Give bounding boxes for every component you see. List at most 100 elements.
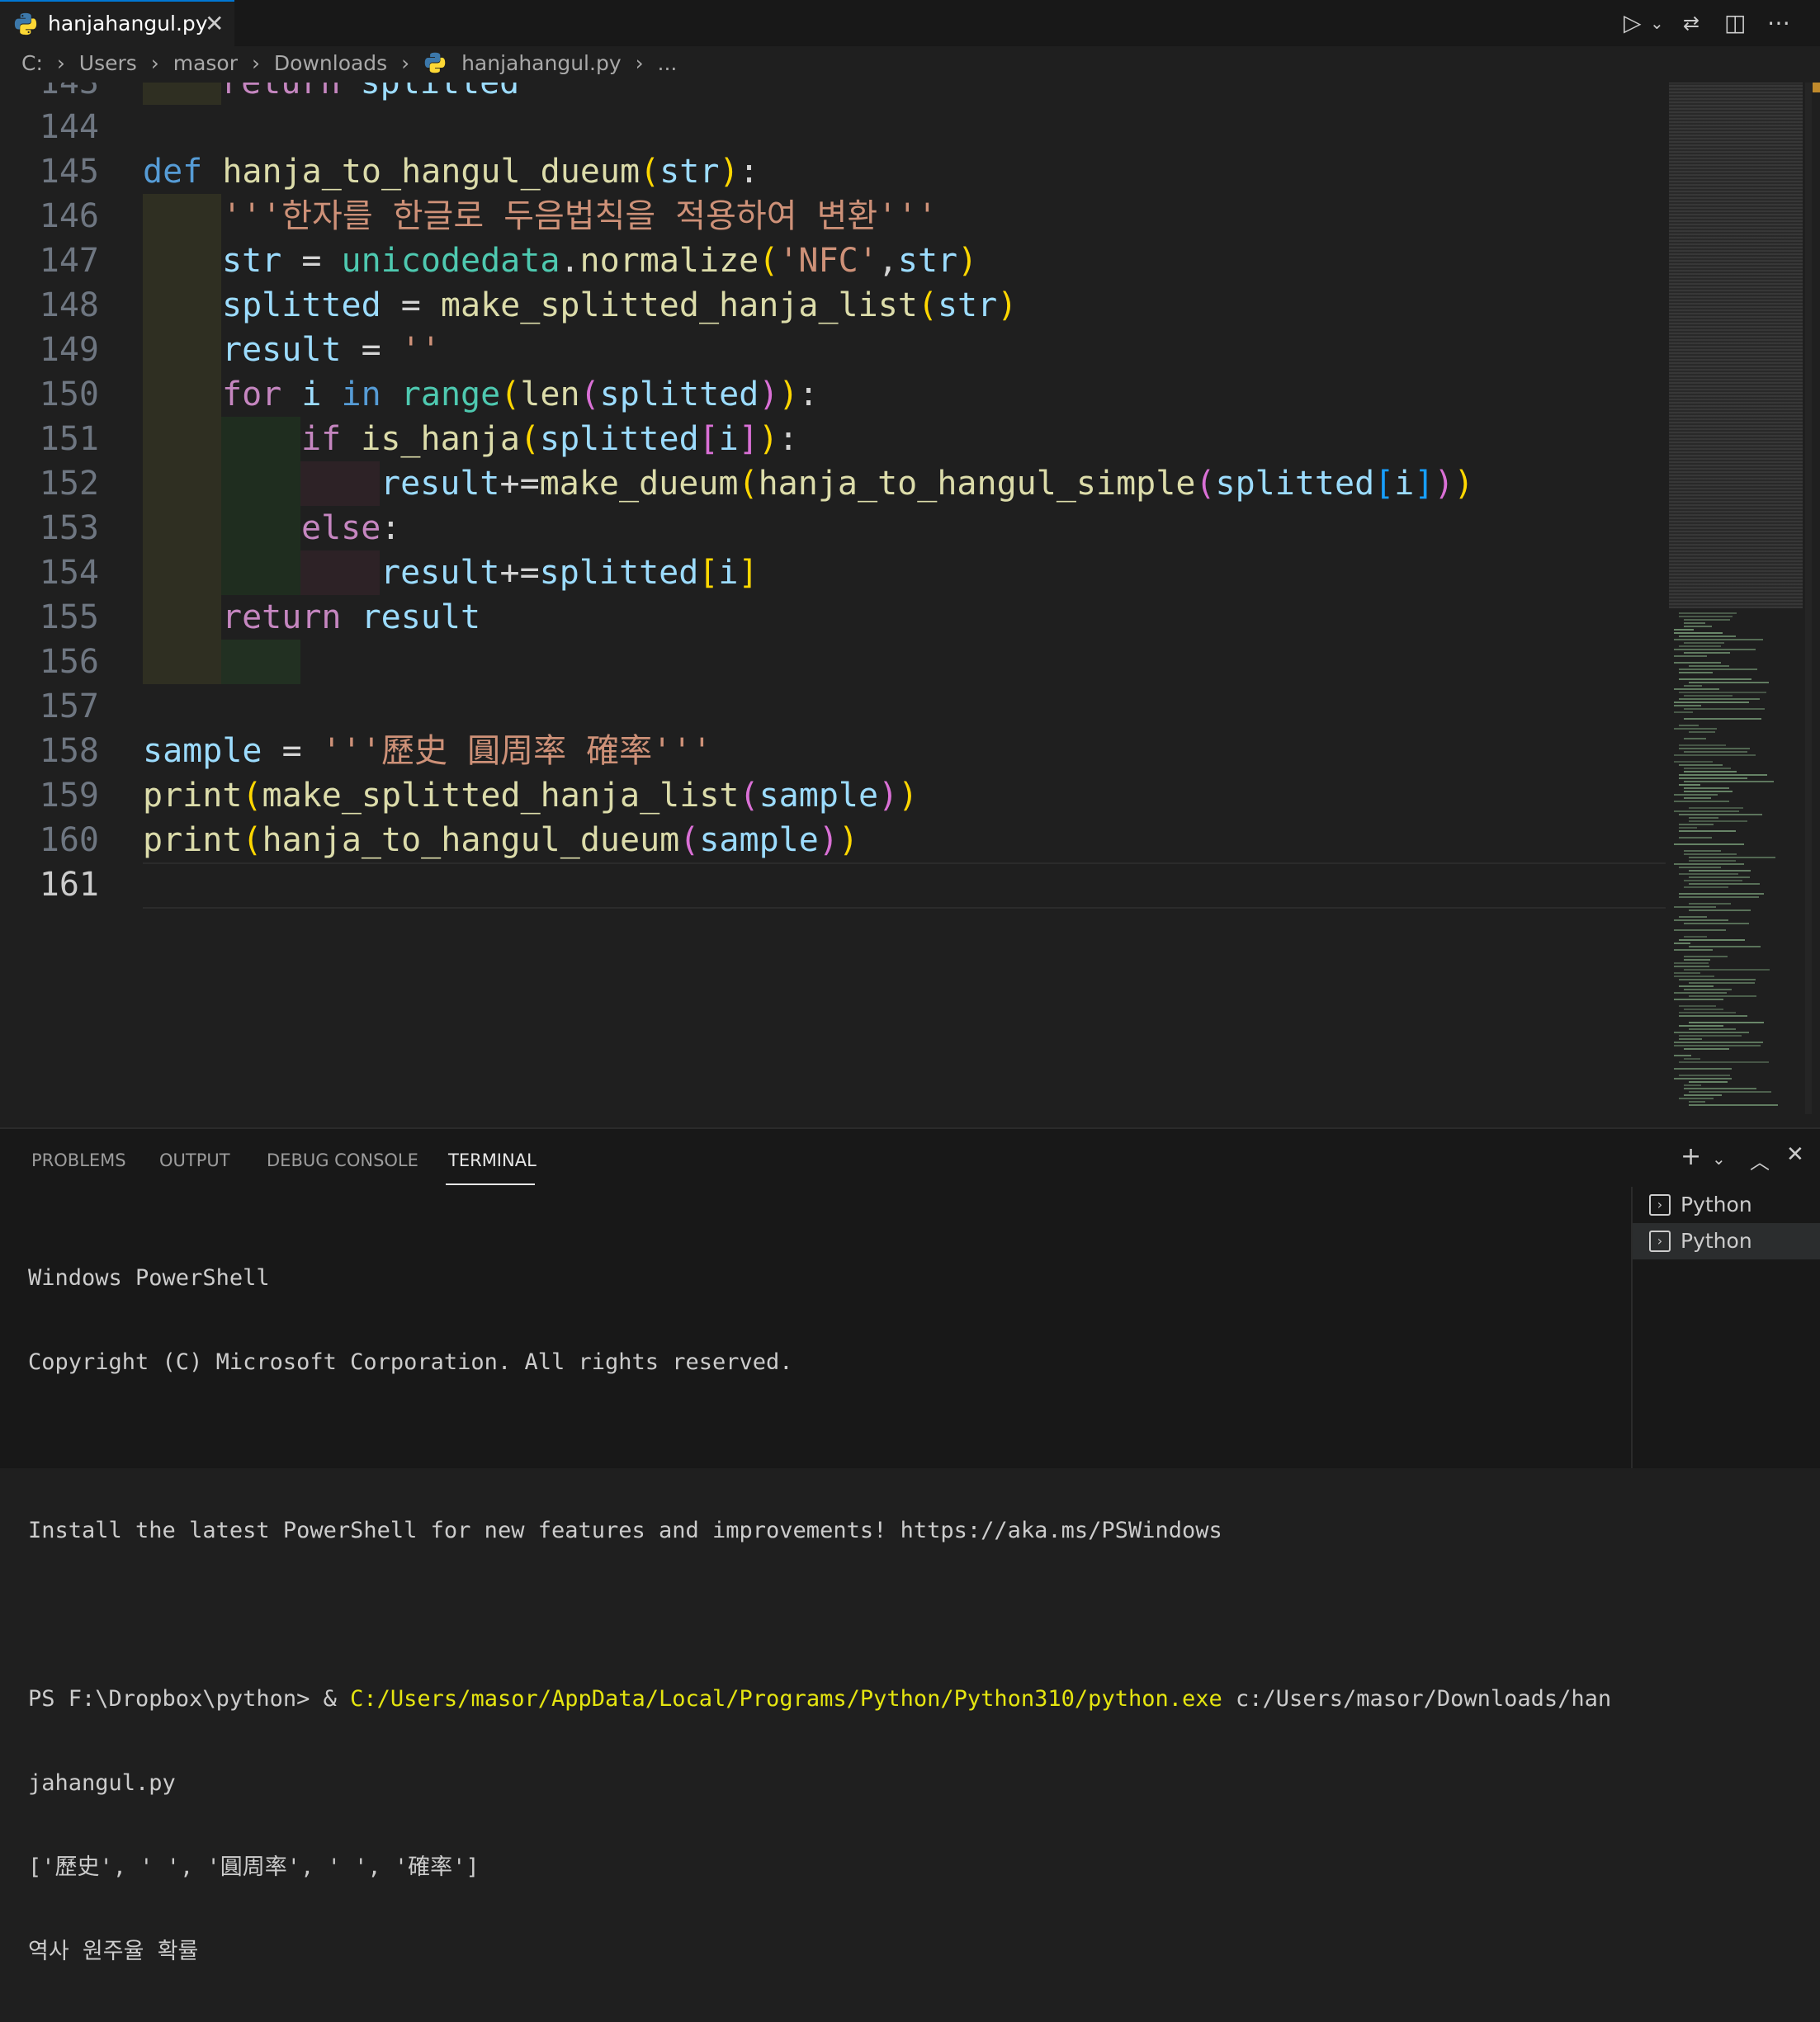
python-file-icon xyxy=(14,12,37,35)
breadcrumb-item-file[interactable]: hanjahangul.py xyxy=(461,51,622,75)
minimap-line xyxy=(1679,824,1714,825)
minimap-line xyxy=(1674,949,1713,951)
minimap-line xyxy=(1674,919,1728,921)
terminal-session-python[interactable]: › Python xyxy=(1633,1187,1820,1223)
chevron-right-icon: › xyxy=(401,50,410,75)
breadcrumb-item-masor[interactable]: masor xyxy=(173,51,238,75)
code-line: 149 result = '' xyxy=(0,328,1669,372)
minimap-line xyxy=(1674,632,1723,634)
run-icon[interactable]: ▷ xyxy=(1624,5,1642,41)
indent-guide xyxy=(143,372,221,417)
chevron-right-icon: › xyxy=(251,50,260,75)
terminal-session-python[interactable]: › Python xyxy=(1633,1223,1820,1259)
code-editor[interactable]: 143 return splitted 144 145 def hanja_to… xyxy=(0,83,1669,1127)
minimap-line xyxy=(1674,906,1716,908)
code-line: 147 str = unicodedata.normalize('NFC',st… xyxy=(0,239,1669,283)
minimap-line xyxy=(1679,725,1699,726)
minimap-line xyxy=(1674,843,1744,845)
breadcrumb-item-downloads[interactable]: Downloads xyxy=(274,51,387,75)
minimap-line xyxy=(1684,787,1729,789)
tab-output[interactable]: OUTPUT xyxy=(159,1150,230,1170)
minimap-line xyxy=(1689,1091,1771,1093)
indent-guide xyxy=(221,640,300,684)
minimap-line xyxy=(1674,962,1709,964)
terminal-line: jahangul.py xyxy=(28,1770,176,1796)
tab-debug-console[interactable]: DEBUG CONSOLE xyxy=(267,1150,418,1170)
minimap-line xyxy=(1679,692,1766,693)
indent-guide xyxy=(221,461,300,506)
minimap-line xyxy=(1689,857,1775,858)
code-text: else: xyxy=(301,509,401,547)
code-line: 146 '''한자를 한글로 두음법칙을 적용하여 변환''' xyxy=(0,194,1669,239)
close-icon[interactable]: ✕ xyxy=(1786,1142,1804,1167)
vertical-scrollbar[interactable] xyxy=(1805,83,1812,1114)
minimap-line xyxy=(1679,979,1756,980)
breadcrumb-item-users[interactable]: Users xyxy=(79,51,137,75)
chevron-down-icon[interactable]: ⌄ xyxy=(1650,5,1664,41)
chevron-down-icon[interactable]: ⌄ xyxy=(1712,1149,1726,1169)
code-text: '''한자를 한글로 두음법칙을 적용하여 변환''' xyxy=(222,197,938,235)
minimap-line xyxy=(1674,992,1727,994)
more-icon[interactable]: ⋯ xyxy=(1767,5,1790,41)
minimap-line xyxy=(1679,896,1759,898)
code-line: 144 xyxy=(0,105,1669,149)
minimap-line xyxy=(1679,616,1733,617)
minimap-line xyxy=(1679,672,1713,673)
code-text: return splitted xyxy=(221,83,520,102)
minimap-line xyxy=(1679,744,1726,746)
minimap-line xyxy=(1674,728,1717,730)
minimap-line xyxy=(1679,985,1714,987)
line-number: 161 xyxy=(39,866,99,904)
breadcrumb-item-drive[interactable]: C: xyxy=(21,51,43,75)
minimap-line xyxy=(1684,1009,1723,1010)
code-line: 150 for i in range(len(splitted)): xyxy=(0,372,1669,417)
minimap-line xyxy=(1684,652,1730,654)
editor-tab-bar: hanjahangul.py ✕ ▷ ⌄ ⇄ ◫ ⋯ xyxy=(0,0,1820,46)
code-text: str = unicodedata.normalize('NFC',str) xyxy=(222,242,978,280)
tab-label: hanjahangul.py xyxy=(48,12,208,35)
indent-guide xyxy=(143,283,221,328)
minimap-line xyxy=(1674,801,1729,802)
minimap-line xyxy=(1679,1025,1723,1027)
minimap-line xyxy=(1679,939,1745,941)
line-number: 156 xyxy=(39,643,99,681)
indent-guide xyxy=(143,239,221,283)
tab-problems[interactable]: PROBLEMS xyxy=(31,1150,126,1170)
minimap-line xyxy=(1674,942,1690,944)
minimap-line xyxy=(1689,903,1731,905)
terminal-output[interactable]: Windows PowerShell Copyright (C) Microso… xyxy=(28,1208,1621,2022)
minimap-line xyxy=(1679,635,1736,637)
minimap-line xyxy=(1684,886,1728,888)
minimap-line xyxy=(1679,774,1767,776)
breadcrumb-item-symbol[interactable]: ... xyxy=(658,51,678,75)
minimap-line xyxy=(1674,929,1726,931)
terminal-command-line: PS F:\Dropbox\python> & C:/Users/masor/A… xyxy=(28,1685,1621,1713)
minimap-line xyxy=(1689,946,1761,947)
minimap-line xyxy=(1679,916,1707,918)
minimap-line xyxy=(1679,1075,1730,1076)
minimap-line xyxy=(1689,1101,1705,1103)
minimap-line xyxy=(1689,665,1729,667)
minimap-line xyxy=(1674,662,1721,664)
close-icon[interactable]: ✕ xyxy=(205,10,224,37)
maximize-panel-icon[interactable]: ︿ xyxy=(1750,1146,1770,1174)
minimap-line xyxy=(1674,1042,1763,1043)
bottom-panel: PROBLEMS OUTPUT DEBUG CONSOLE TERMINAL +… xyxy=(0,1127,1820,1964)
minimap-line xyxy=(1684,1058,1700,1060)
indent-guide xyxy=(143,550,221,595)
tab-terminal[interactable]: TERMINAL xyxy=(448,1150,537,1170)
current-line-highlight xyxy=(143,862,1666,909)
minimap-line xyxy=(1684,685,1702,687)
code-line: 154 result+=splitted[i] xyxy=(0,550,1669,595)
minimap-slider[interactable] xyxy=(1669,83,1803,608)
editor-actions: ▷ ⌄ ⇄ ◫ ⋯ xyxy=(1624,5,1805,41)
minimap[interactable] xyxy=(1669,83,1808,1114)
split-editor-icon[interactable]: ◫ xyxy=(1724,5,1746,41)
indent-guide xyxy=(143,640,221,684)
minimap-line xyxy=(1679,1005,1716,1007)
minimap-line xyxy=(1684,936,1707,938)
editor-tab-hanjahangul[interactable]: hanjahangul.py ✕ xyxy=(0,0,234,46)
compare-icon[interactable]: ⇄ xyxy=(1683,5,1699,41)
minimap-line xyxy=(1679,1038,1702,1040)
new-terminal-icon[interactable]: + xyxy=(1681,1142,1701,1171)
